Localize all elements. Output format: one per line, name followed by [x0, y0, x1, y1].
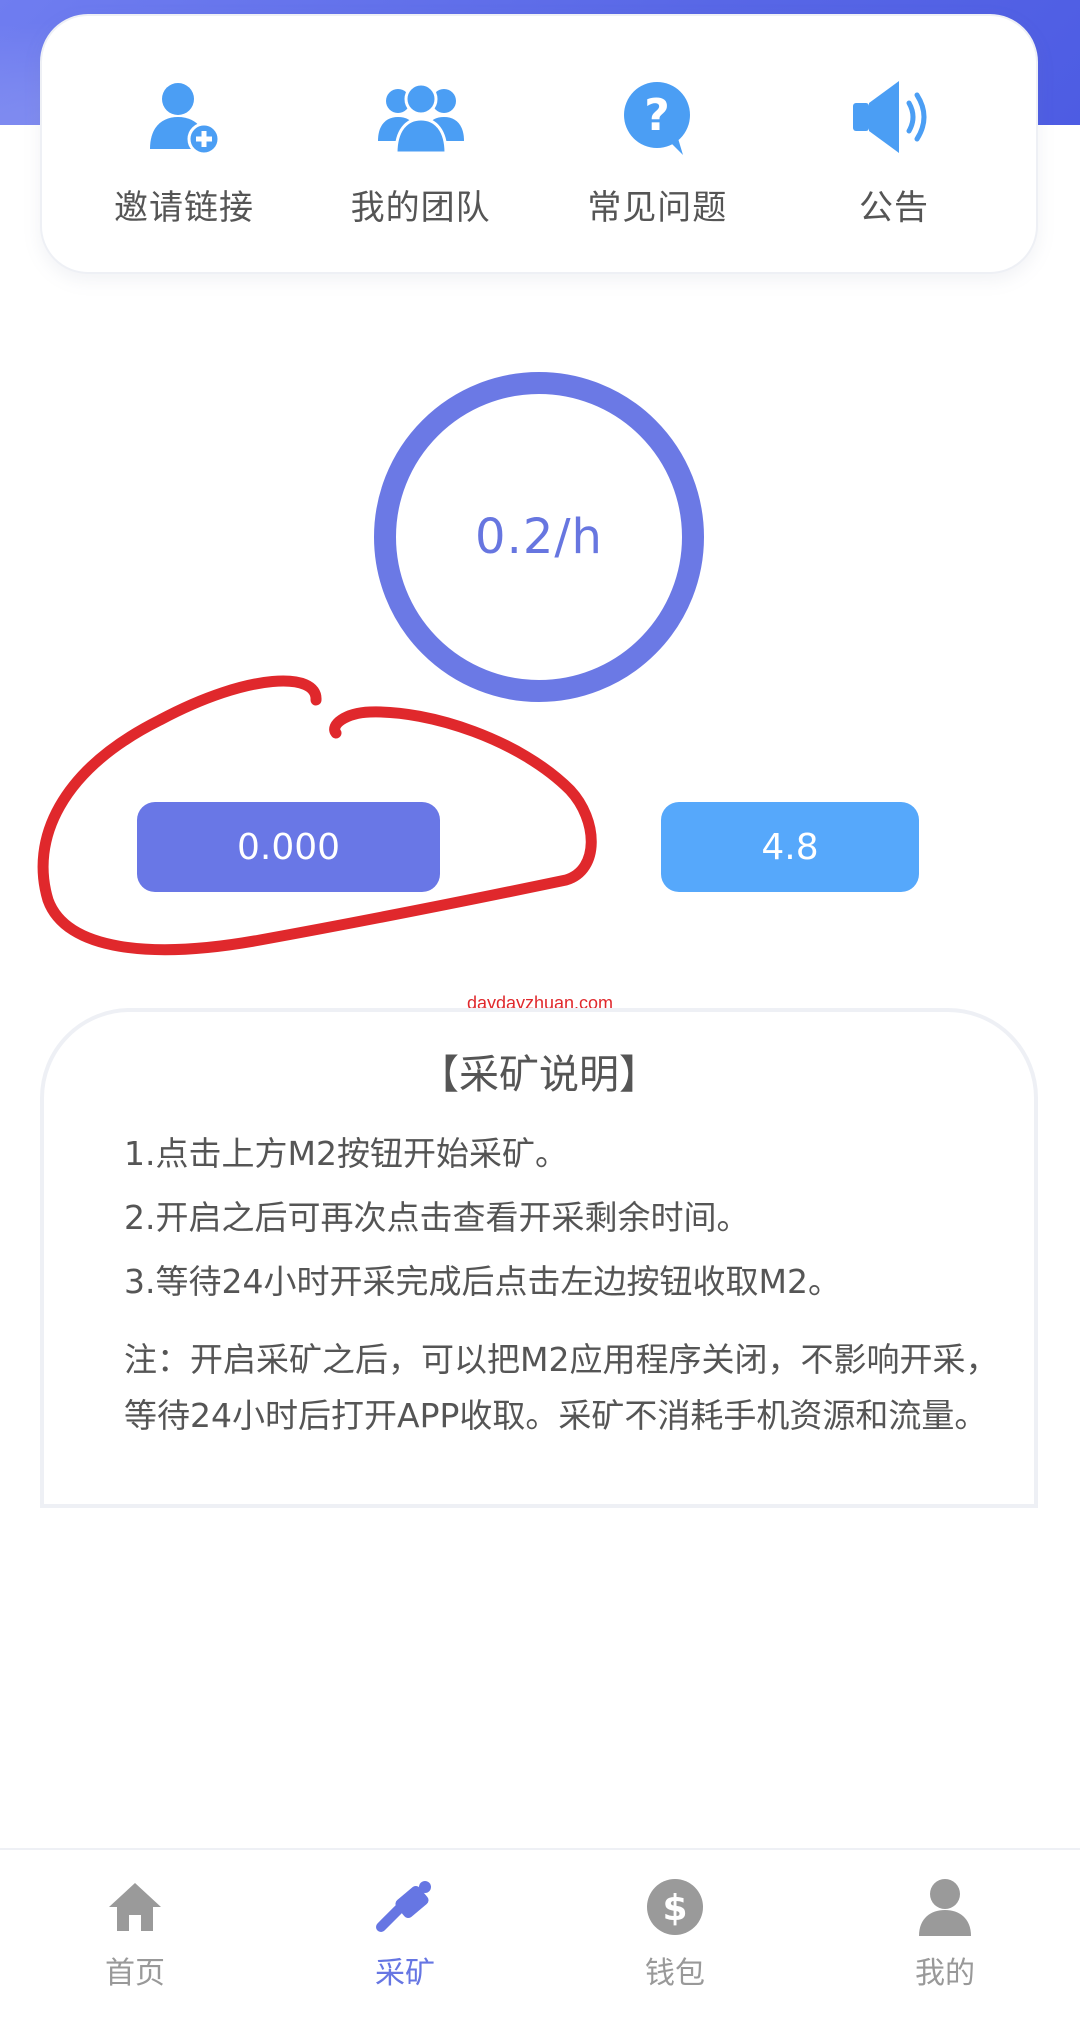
add-user-icon — [139, 72, 229, 162]
nav-wallet-label: 钱包 — [645, 1956, 705, 1991]
announcement-button[interactable]: 公告 — [794, 16, 994, 229]
svg-text:$: $ — [662, 1888, 687, 1929]
nav-profile-label: 我的 — [915, 1956, 975, 1991]
quick-actions-card: 邀请链接 我的团队 ? 常见问题 公告 — [40, 14, 1038, 274]
faq-label: 常见问题 — [587, 188, 728, 228]
invite-link-label: 邀请链接 — [114, 188, 254, 228]
nav-mining-label: 采矿 — [375, 1956, 435, 1991]
profile-icon — [910, 1872, 980, 1942]
my-team-label: 我的团队 — [350, 188, 491, 228]
announcement-label: 公告 — [858, 188, 929, 228]
collect-value: 0.000 — [236, 826, 341, 868]
mining-rate: 0.2/h — [475, 509, 603, 565]
home-icon — [100, 1872, 170, 1942]
mining-icon — [370, 1872, 440, 1942]
my-team-button[interactable]: 我的团队 — [321, 16, 521, 229]
invite-link-button[interactable]: 邀请链接 — [84, 16, 284, 229]
mining-instructions-card: 【采矿说明】 1.点击上方M2按钮开始采矿。 2.开启之后可再次点击查看开采剩余… — [40, 1008, 1038, 1508]
nav-mining[interactable]: 采矿 — [270, 1850, 540, 2019]
nav-profile[interactable]: 我的 — [810, 1850, 1080, 2019]
instructions-title: 【采矿说明】 — [419, 1052, 659, 1098]
instruction-step: 2.开启之后可再次点击查看开采剩余时间。 — [124, 1198, 750, 1237]
collect-button[interactable]: 0.000 — [137, 802, 440, 892]
balance-value: 4.8 — [761, 826, 819, 868]
nav-home[interactable]: 首页 — [0, 1850, 270, 2019]
svg-text:?: ? — [645, 90, 671, 141]
nav-home-label: 首页 — [105, 1956, 165, 1991]
instruction-step: 3.等待24小时开采完成后点击左边按钮收取M2。 — [124, 1262, 841, 1301]
instructions-list: 1.点击上方M2按钮开始采矿。 2.开启之后可再次点击查看开采剩余时间。 3.等… — [124, 1122, 1004, 1444]
instructions-note: 注：开启采矿之后，可以把M2应用程序关闭，不影响开采，等待24小时后打开APP收… — [124, 1340, 999, 1435]
wallet-dollar-icon: $ — [640, 1872, 710, 1942]
balance-button[interactable]: 4.8 — [661, 802, 919, 892]
speaker-icon — [849, 72, 939, 162]
instruction-step: 1.点击上方M2按钮开始采矿。 — [124, 1134, 568, 1173]
mining-rate-ring[interactable]: 0.2/h — [374, 372, 704, 702]
bottom-navigation: 首页 采矿 $ 钱包 我的 — [0, 1848, 1080, 2019]
team-icon — [376, 72, 466, 162]
question-icon: ? — [612, 72, 702, 162]
faq-button[interactable]: ? 常见问题 — [557, 16, 757, 229]
nav-wallet[interactable]: $ 钱包 — [540, 1850, 810, 2019]
